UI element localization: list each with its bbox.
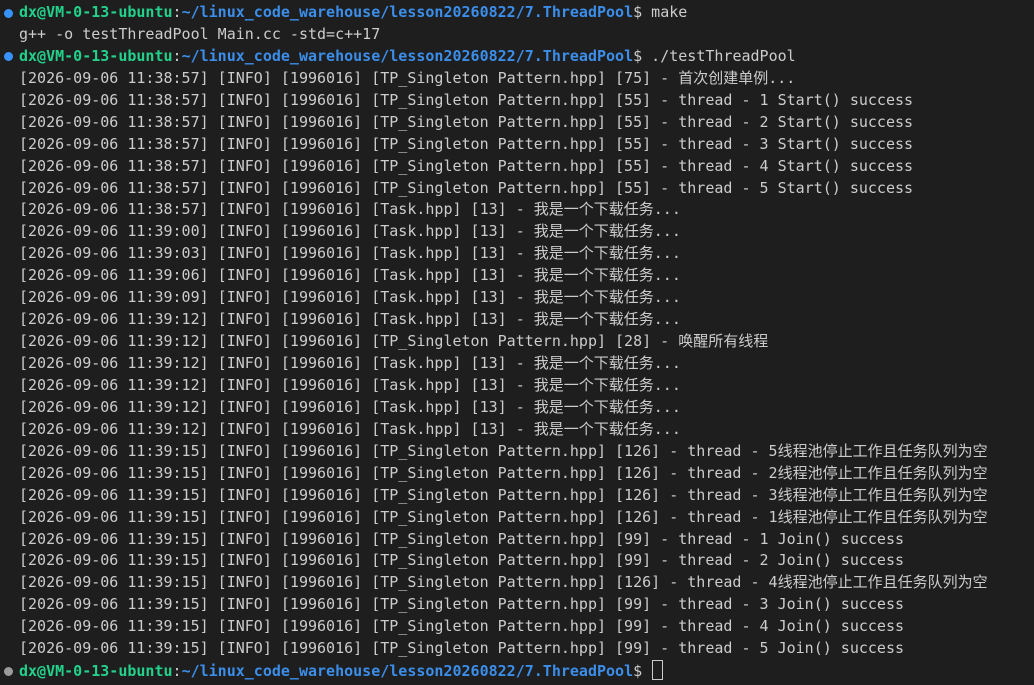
- output-text: [2026-09-06 11:39:12] [INFO] [1996016] […: [19, 332, 769, 351]
- output-line: [2026-09-06 11:39:12] [INFO] [1996016] […: [0, 353, 1034, 375]
- output-text: [2026-09-06 11:38:57] [INFO] [1996016] […: [19, 112, 914, 131]
- output-text: [2026-09-06 11:39:09] [INFO] [1996016] […: [19, 288, 681, 307]
- command-status-marker-icon[interactable]: [4, 52, 13, 62]
- output-text: [2026-09-06 11:39:06] [INFO] [1996016] […: [19, 266, 681, 285]
- prompt-path: ~/linux_code_warehouse/lesson20260822/7.…: [181, 662, 634, 681]
- output-text: [2026-09-06 11:39:15] [INFO] [1996016] […: [19, 529, 905, 548]
- prompt-symbol: $: [633, 662, 652, 681]
- output-line: [2026-09-06 11:39:12] [INFO] [1996016] […: [0, 375, 1034, 397]
- output-line: [2026-09-06 11:39:15] [INFO] [1996016] […: [0, 529, 1034, 551]
- output-line: [2026-09-06 11:39:06] [INFO] [1996016] […: [0, 265, 1034, 287]
- output-text: [2026-09-06 11:39:15] [INFO] [1996016] […: [19, 507, 988, 526]
- output-text: [2026-09-06 11:38:57] [INFO] [1996016] […: [19, 68, 796, 87]
- output-line: [2026-09-06 11:39:15] [INFO] [1996016] […: [0, 485, 1034, 507]
- output-text: [2026-09-06 11:39:15] [INFO] [1996016] […: [19, 639, 905, 658]
- output-line: [2026-09-06 11:38:57] [INFO] [1996016] […: [0, 112, 1034, 134]
- output-line: [2026-09-06 11:39:15] [INFO] [1996016] […: [0, 616, 1034, 638]
- output-line: [2026-09-06 11:39:12] [INFO] [1996016] […: [0, 397, 1034, 419]
- output-line: [2026-09-06 11:38:57] [INFO] [1996016] […: [0, 178, 1034, 200]
- output-line: [2026-09-06 11:38:57] [INFO] [1996016] […: [0, 199, 1034, 221]
- prompt-separator: :: [172, 3, 182, 21]
- output-line: [2026-09-06 11:38:57] [INFO] [1996016] […: [0, 134, 1034, 156]
- output-line: [2026-09-06 11:38:57] [INFO] [1996016] […: [0, 68, 1034, 90]
- output-text: [2026-09-06 11:38:57] [INFO] [1996016] […: [19, 156, 914, 175]
- prompt-user-host: dx@VM-0-13-ubuntu: [19, 662, 173, 681]
- output-text: [2026-09-06 11:38:57] [INFO] [1996016] […: [19, 200, 681, 219]
- prompt-path: ~/linux_code_warehouse/lesson20260822/7.…: [181, 46, 634, 65]
- terminal-panel[interactable]: dx@VM-0-13-ubuntu:~/linux_code_warehouse…: [0, 0, 1034, 685]
- output-text: [2026-09-06 11:39:15] [INFO] [1996016] […: [19, 441, 988, 460]
- output-text: [2026-09-06 11:38:57] [INFO] [1996016] […: [19, 178, 914, 197]
- prompt-symbol: $: [633, 46, 652, 65]
- output-line: [2026-09-06 11:39:15] [INFO] [1996016] […: [0, 463, 1034, 485]
- output-text: [2026-09-06 11:38:57] [INFO] [1996016] […: [19, 134, 914, 153]
- prompt-separator: :: [172, 46, 182, 65]
- output-line: [2026-09-06 11:39:12] [INFO] [1996016] […: [0, 419, 1034, 441]
- output-line: [2026-09-06 11:39:15] [INFO] [1996016] […: [0, 507, 1034, 529]
- output-text: [2026-09-06 11:39:15] [INFO] [1996016] […: [19, 573, 988, 592]
- prompt-symbol: $: [633, 3, 652, 21]
- output-line: [2026-09-06 11:39:15] [INFO] [1996016] […: [0, 638, 1034, 660]
- command-text: ./testThreadPool: [651, 46, 796, 65]
- output-text: [2026-09-06 11:39:15] [INFO] [1996016] […: [19, 595, 905, 614]
- prompt-path: ~/linux_code_warehouse/lesson20260822/7.…: [181, 3, 634, 21]
- output-text: [2026-09-06 11:39:12] [INFO] [1996016] […: [19, 397, 681, 416]
- output-line: [2026-09-06 11:39:15] [INFO] [1996016] […: [0, 550, 1034, 572]
- output-line: [2026-09-06 11:39:15] [INFO] [1996016] […: [0, 441, 1034, 463]
- output-line: [2026-09-06 11:38:57] [INFO] [1996016] […: [0, 156, 1034, 178]
- prompt-separator: :: [172, 662, 182, 681]
- prompt-line: dx@VM-0-13-ubuntu:~/linux_code_warehouse…: [0, 46, 1034, 68]
- prompt-line: dx@VM-0-13-ubuntu:~/linux_code_warehouse…: [0, 2, 1034, 24]
- command-text: make: [651, 3, 688, 21]
- prompt-line: dx@VM-0-13-ubuntu:~/linux_code_warehouse…: [0, 660, 1034, 682]
- prompt-user-host: dx@VM-0-13-ubuntu: [19, 46, 173, 65]
- output-text: [2026-09-06 11:39:12] [INFO] [1996016] […: [19, 354, 681, 372]
- output-text: [2026-09-06 11:39:15] [INFO] [1996016] […: [19, 485, 988, 504]
- output-line: [2026-09-06 11:39:15] [INFO] [1996016] […: [0, 594, 1034, 616]
- prompt-user-host: dx@VM-0-13-ubuntu: [19, 3, 173, 21]
- output-text: [2026-09-06 11:39:00] [INFO] [1996016] […: [19, 222, 681, 241]
- output-line: g++ -o testThreadPool Main.cc -std=c++17: [0, 24, 1034, 46]
- command-status-marker-icon[interactable]: [4, 8, 13, 18]
- output-text: [2026-09-06 11:39:15] [INFO] [1996016] […: [19, 551, 905, 570]
- output-line: [2026-09-06 11:39:15] [INFO] [1996016] […: [0, 572, 1034, 594]
- output-line: [2026-09-06 11:39:12] [INFO] [1996016] […: [0, 309, 1034, 331]
- output-text: [2026-09-06 11:39:15] [INFO] [1996016] […: [19, 617, 905, 636]
- output-text: [2026-09-06 11:39:12] [INFO] [1996016] […: [19, 375, 681, 394]
- output-text: [2026-09-06 11:39:03] [INFO] [1996016] […: [19, 244, 681, 263]
- terminal-cursor[interactable]: [652, 660, 664, 681]
- output-line: [2026-09-06 11:39:12] [INFO] [1996016] […: [0, 331, 1034, 353]
- output-line: [2026-09-06 11:38:57] [INFO] [1996016] […: [0, 90, 1034, 112]
- output-text: [2026-09-06 11:39:12] [INFO] [1996016] […: [19, 310, 681, 329]
- output-line: [2026-09-06 11:39:00] [INFO] [1996016] […: [0, 221, 1034, 243]
- output-line: [2026-09-06 11:39:03] [INFO] [1996016] […: [0, 243, 1034, 265]
- output-text: [2026-09-06 11:39:15] [INFO] [1996016] […: [19, 463, 988, 482]
- output-text: g++ -o testThreadPool Main.cc -std=c++17: [19, 24, 381, 43]
- output-text: [2026-09-06 11:39:12] [INFO] [1996016] […: [19, 419, 681, 438]
- output-line: [2026-09-06 11:39:09] [INFO] [1996016] […: [0, 287, 1034, 309]
- output-text: [2026-09-06 11:38:57] [INFO] [1996016] […: [19, 90, 914, 109]
- command-status-marker-icon[interactable]: [4, 666, 13, 676]
